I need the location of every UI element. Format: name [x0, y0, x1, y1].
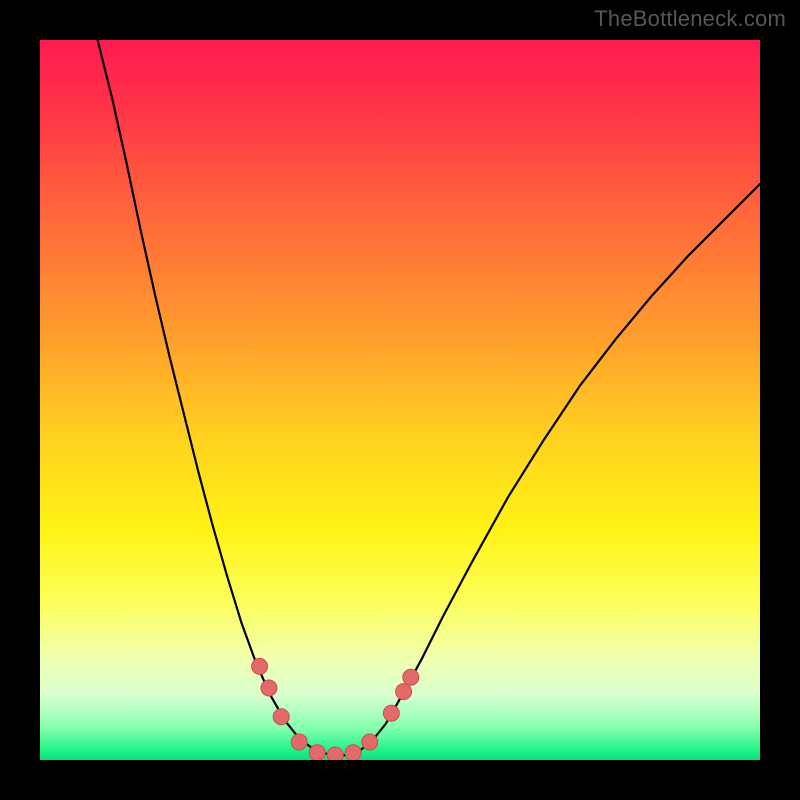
data-marker: [362, 734, 378, 750]
data-marker: [383, 705, 399, 721]
data-marker: [396, 684, 412, 700]
watermark-text: TheBottleneck.com: [594, 6, 786, 32]
chart-svg: [40, 40, 760, 760]
data-marker: [309, 745, 325, 760]
data-marker: [273, 709, 289, 725]
data-marker: [403, 669, 419, 685]
plot-area: [40, 40, 760, 760]
chart-frame: TheBottleneck.com: [0, 0, 800, 800]
data-marker: [327, 747, 343, 760]
gradient-background: [40, 40, 760, 760]
data-marker: [291, 734, 307, 750]
data-marker: [345, 745, 361, 760]
data-marker: [252, 658, 268, 674]
data-marker: [261, 680, 277, 696]
